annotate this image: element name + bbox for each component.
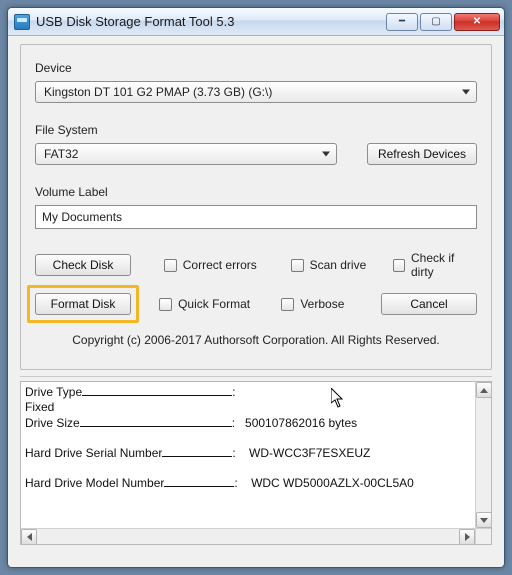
chevron-down-icon (480, 518, 488, 523)
minimize-icon: ━ (399, 16, 405, 27)
maximize-icon: ▢ (431, 16, 440, 27)
actions-group: Check Disk Correct errors Scan drive Che… (35, 251, 477, 315)
check-disk-label: Check Disk (53, 258, 114, 272)
verbose-label: Verbose (300, 297, 344, 311)
app-window: USB Disk Storage Format Tool 5.3 ━ ▢ ✕ D… (7, 7, 505, 568)
close-button[interactable]: ✕ (454, 13, 500, 31)
volume-label-input[interactable]: My Documents (35, 205, 477, 229)
drive-size-label: Drive Size (25, 416, 80, 430)
cancel-button[interactable]: Cancel (381, 293, 477, 315)
scroll-down-button[interactable] (476, 512, 492, 528)
chevron-down-icon (462, 90, 470, 95)
check-disk-button[interactable]: Check Disk (35, 254, 131, 276)
refresh-devices-label: Refresh Devices (378, 147, 466, 161)
filesystem-label: File System (35, 123, 477, 137)
scroll-left-button[interactable] (21, 529, 37, 545)
chevron-down-icon (322, 152, 330, 157)
scroll-right-button[interactable] (459, 529, 475, 545)
app-icon (14, 14, 30, 30)
copyright-text: Copyright (c) 2006-2017 Authorsoft Corpo… (35, 329, 477, 355)
main-panel: Device Kingston DT 101 G2 PMAP (3.73 GB)… (20, 44, 492, 370)
device-dropdown[interactable]: Kingston DT 101 G2 PMAP (3.73 GB) (G:\) (35, 81, 477, 103)
drive-size-value: 500107862016 bytes (245, 416, 357, 430)
filesystem-dropdown[interactable]: FAT32 (35, 143, 337, 165)
correct-errors-label: Correct errors (183, 258, 257, 272)
filesystem-dropdown-value: FAT32 (44, 147, 78, 161)
refresh-devices-button[interactable]: Refresh Devices (367, 143, 477, 165)
quick-format-label: Quick Format (178, 297, 250, 311)
model-label: Hard Drive Model Number (25, 476, 164, 490)
volume-label-label: Volume Label (35, 185, 477, 199)
vertical-scrollbar[interactable] (475, 382, 491, 528)
correct-errors-checkbox[interactable] (164, 259, 177, 272)
drive-info-content: Drive Type: Fixed Drive Size: 5001078620… (25, 384, 473, 526)
check-if-dirty-label: Check if dirty (411, 251, 477, 279)
window-controls: ━ ▢ ✕ (386, 13, 500, 31)
model-value: WDC WD5000AZLX-00CL5A0 (251, 476, 414, 490)
check-if-dirty-checkbox[interactable] (393, 259, 405, 272)
scan-drive-checkbox[interactable] (291, 259, 304, 272)
format-disk-button[interactable]: Format Disk (35, 293, 131, 315)
scroll-h-track[interactable] (37, 529, 459, 544)
horizontal-scrollbar[interactable] (21, 528, 475, 544)
device-label: Device (35, 61, 477, 75)
format-disk-label: Format Disk (51, 297, 116, 311)
scroll-v-track[interactable] (476, 398, 491, 512)
maximize-button[interactable]: ▢ (420, 13, 452, 31)
divider (20, 376, 492, 377)
client-area: Device Kingston DT 101 G2 PMAP (3.73 GB)… (8, 36, 504, 567)
minimize-button[interactable]: ━ (386, 13, 418, 31)
quick-format-checkbox[interactable] (159, 298, 172, 311)
scan-drive-label: Scan drive (310, 258, 367, 272)
serial-label: Hard Drive Serial Number (25, 446, 162, 460)
titlebar[interactable]: USB Disk Storage Format Tool 5.3 ━ ▢ ✕ (8, 8, 504, 36)
volume-label-value: My Documents (42, 210, 122, 224)
verbose-checkbox[interactable] (281, 298, 294, 311)
close-icon: ✕ (473, 16, 481, 27)
scroll-corner (475, 528, 491, 544)
window-title: USB Disk Storage Format Tool 5.3 (36, 14, 386, 29)
chevron-right-icon (465, 533, 470, 541)
drive-info-pane: Drive Type: Fixed Drive Size: 5001078620… (20, 381, 492, 545)
drive-type-value: Fixed (25, 400, 54, 414)
scroll-up-button[interactable] (476, 382, 492, 398)
device-dropdown-value: Kingston DT 101 G2 PMAP (3.73 GB) (G:\) (44, 85, 272, 99)
serial-value: WD-WCC3F7ESXEUZ (249, 446, 370, 460)
chevron-left-icon (27, 533, 32, 541)
drive-type-label: Drive Type (25, 385, 82, 399)
chevron-up-icon (480, 388, 488, 393)
cancel-label: Cancel (410, 297, 447, 311)
format-disk-highlight: Format Disk (27, 285, 139, 323)
